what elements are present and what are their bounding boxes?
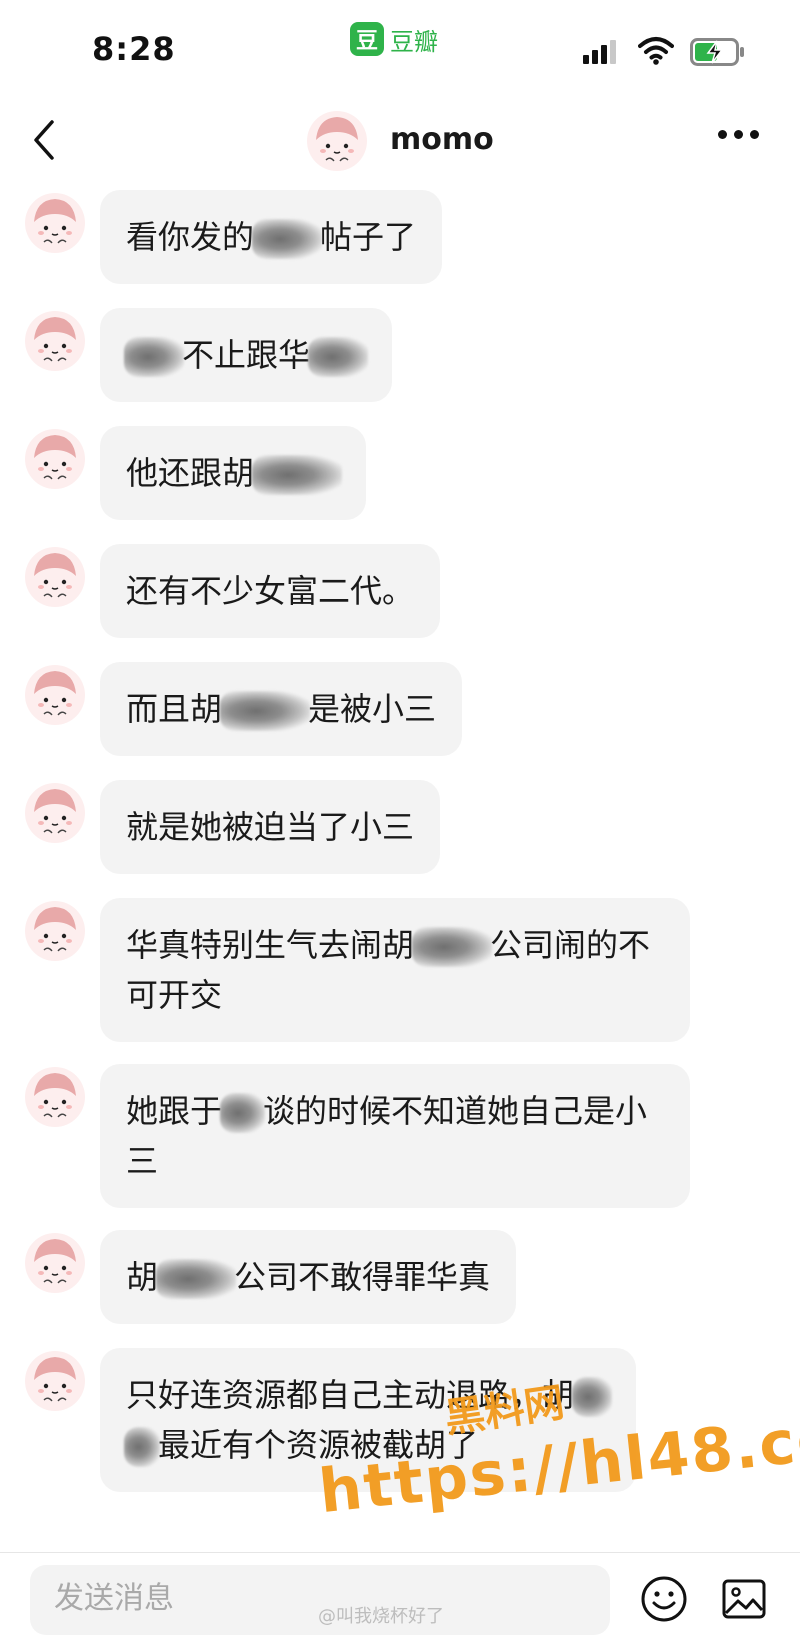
app-name: 豆瓣: [390, 27, 438, 56]
avatar[interactable]: [24, 1350, 86, 1412]
redacted-text-blur: [124, 1427, 160, 1467]
chat-header: momo: [0, 100, 800, 184]
cellular-signal-icon: [583, 40, 616, 64]
message-text: 而且胡: [126, 690, 223, 728]
message-text: 她跟于: [126, 1092, 223, 1130]
message-bubble[interactable]: 她跟于 谈的时候不知道她自己是小三: [100, 1064, 690, 1208]
message-text: 他还跟胡: [126, 454, 255, 492]
message-bubble[interactable]: 不止跟华: [100, 308, 393, 402]
status-time: 8:28: [92, 30, 176, 68]
redacted-text-blur: [252, 455, 343, 495]
avatar[interactable]: [24, 1066, 86, 1128]
more-dots-icon[interactable]: [718, 130, 759, 139]
redacted-text-blur: [124, 337, 184, 377]
avatar[interactable]: [24, 782, 86, 844]
battery-charging-icon: [690, 38, 744, 66]
avatar[interactable]: [24, 192, 86, 254]
avatar[interactable]: [24, 546, 86, 608]
message-bubble[interactable]: 华真特别生气去闹胡 公司闹的不可开交: [100, 898, 690, 1042]
redacted-text-blur: [220, 1093, 266, 1133]
message-text: 是被小三: [308, 690, 437, 728]
redacted-text-blur: [412, 927, 493, 967]
message-bubble[interactable]: 他还跟胡: [100, 426, 367, 520]
message-bubble[interactable]: 还有不少女富二代。: [100, 544, 441, 638]
redacted-text-blur: [572, 1377, 613, 1417]
message-text: 看你发的: [126, 218, 255, 256]
message-text: 胡: [126, 1258, 159, 1296]
avatar[interactable]: [24, 664, 86, 726]
message-text: 不止跟华: [182, 336, 311, 374]
redacted-text-blur: [308, 337, 369, 377]
wifi-icon: [638, 37, 674, 65]
message-text: 还有不少女富二代。: [126, 572, 415, 610]
avatar[interactable]: [24, 310, 86, 372]
message-text: 就是她被迫当了小三: [126, 808, 415, 846]
app-badge: 豆 豆瓣: [350, 22, 438, 56]
chevron-left-icon[interactable]: [24, 116, 64, 164]
message-bubble[interactable]: 而且胡 是被小三: [100, 662, 463, 756]
image-icon[interactable]: [720, 1575, 768, 1623]
message-text: 帖子了: [320, 218, 417, 256]
weibo-watermark: @叫我烧杯好了: [318, 1606, 444, 1627]
avatar[interactable]: [24, 1232, 86, 1294]
avatar[interactable]: [306, 110, 368, 172]
message-text: 公司不敢得罪华真: [234, 1258, 491, 1296]
emoji-icon[interactable]: [640, 1575, 688, 1623]
douban-logo-icon: 豆: [350, 22, 384, 56]
redacted-text-blur: [252, 219, 323, 259]
redacted-text-blur: [156, 1259, 237, 1299]
message-bubble[interactable]: 就是她被迫当了小三: [100, 780, 441, 874]
message-bubble[interactable]: 看你发的 帖子了: [100, 190, 443, 284]
chat-title: momo: [390, 122, 494, 157]
redacted-text-blur: [220, 691, 311, 731]
message-text: 华真特别生气去闹胡: [126, 926, 415, 964]
avatar[interactable]: [24, 900, 86, 962]
status-bar: 8:28 豆 豆瓣: [0, 0, 800, 100]
message-bubble[interactable]: 胡 公司不敢得罪华真: [100, 1230, 517, 1324]
avatar[interactable]: [24, 428, 86, 490]
